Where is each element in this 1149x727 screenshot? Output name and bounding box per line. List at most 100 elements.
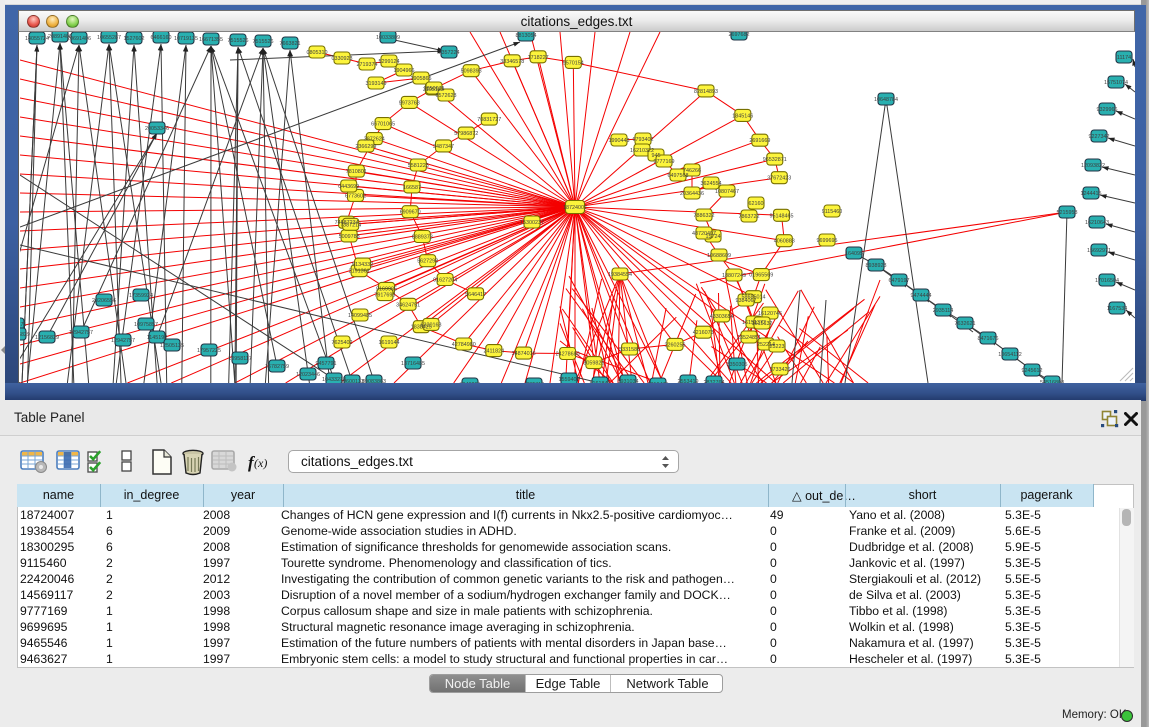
svg-text:82814893: 82814893 [694, 89, 718, 95]
svg-text:7625402: 7625402 [332, 340, 353, 346]
svg-text:57986872: 57986872 [454, 131, 478, 137]
svg-text:4060883: 4060883 [774, 239, 795, 245]
svg-text:96532871: 96532871 [763, 157, 787, 163]
svg-text:2366299: 2366299 [355, 144, 376, 150]
svg-text:10654112: 10654112 [998, 352, 1022, 358]
svg-text:6572628: 6572628 [436, 93, 457, 99]
svg-text:(x): (x) [254, 456, 267, 470]
svg-text:15751074: 15751074 [1104, 80, 1128, 86]
svg-text:10033809: 10033809 [376, 35, 400, 41]
svg-text:1904966: 1904966 [394, 68, 415, 74]
svg-text:2553419: 2553419 [678, 379, 699, 383]
svg-text:7357224: 7357224 [439, 50, 460, 56]
svg-text:19384554: 19384554 [608, 272, 632, 278]
svg-text:9570154: 9570154 [563, 60, 584, 66]
svg-text:2191361: 2191361 [349, 269, 370, 275]
svg-text:2260256: 2260256 [665, 342, 686, 348]
svg-text:3624554: 3624554 [701, 181, 722, 187]
svg-text:5215958: 5215958 [1057, 210, 1078, 216]
svg-text:16782759: 16782759 [265, 364, 289, 370]
svg-text:3193149: 3193149 [366, 81, 387, 87]
svg-text:2691669: 2691669 [749, 138, 770, 144]
svg-text:17359924: 17359924 [129, 293, 153, 299]
svg-text:6466160: 6466160 [151, 35, 172, 41]
svg-text:12942757: 12942757 [111, 338, 135, 344]
svg-text:37672423: 37672423 [767, 176, 791, 182]
svg-text:10975857: 10975857 [134, 322, 158, 328]
svg-text:01965569: 01965569 [749, 273, 773, 279]
svg-text:9329966: 9329966 [1097, 107, 1118, 113]
svg-text:12156829: 12156829 [35, 335, 59, 341]
svg-text:11174: 11174 [1117, 55, 1131, 61]
svg-text:15692971: 15692971 [1087, 248, 1111, 254]
svg-text:8059826: 8059826 [583, 361, 604, 367]
svg-text:5098393: 5098393 [461, 69, 482, 75]
svg-text:14099485: 14099485 [348, 313, 372, 319]
svg-text:9115460: 9115460 [822, 209, 843, 215]
svg-text:5009788: 5009788 [339, 234, 360, 240]
svg-text:5299124: 5299124 [379, 59, 400, 65]
svg-text:5581223: 5581223 [408, 163, 429, 169]
svg-text:10648784: 10648784 [874, 97, 898, 103]
svg-text:8938923: 8938923 [866, 263, 887, 269]
svg-text:2697682: 2697682 [729, 32, 750, 38]
svg-text:19600133: 19600133 [340, 379, 364, 383]
svg-text:3487347: 3487347 [433, 144, 454, 150]
svg-text:0805310: 0805310 [307, 50, 328, 56]
svg-text:17016504: 17016504 [1095, 278, 1119, 284]
svg-text:7810801: 7810801 [346, 169, 367, 175]
svg-text:7917693: 7917693 [374, 293, 395, 299]
svg-text:9245612: 9245612 [1022, 368, 1043, 374]
svg-text:13524851: 13524851 [737, 335, 761, 341]
svg-text:12023446: 12023446 [296, 372, 320, 378]
svg-text:5931034: 5931034 [618, 379, 639, 383]
svg-text:4235116: 4235116 [524, 382, 545, 383]
svg-text:9384067: 9384067 [736, 298, 757, 304]
svg-text:166587: 166587 [403, 185, 421, 191]
svg-text:9227342: 9227342 [1089, 134, 1110, 140]
svg-text:10655287: 10655287 [97, 35, 121, 41]
svg-text:7886322: 7886322 [694, 213, 715, 219]
svg-text:7387214: 7387214 [340, 222, 361, 228]
svg-text:7515526: 7515526 [253, 39, 274, 45]
svg-text:7515526: 7515526 [228, 38, 249, 44]
svg-text:0330923: 0330923 [332, 56, 353, 62]
svg-text:7863722: 7863722 [739, 214, 760, 220]
svg-text:12942757: 12942757 [69, 330, 93, 336]
svg-text:20691406: 20691406 [67, 36, 91, 42]
svg-text:1559407: 1559407 [559, 377, 580, 383]
svg-text:62160: 62160 [749, 201, 764, 207]
svg-text:10719135: 10719135 [174, 36, 198, 42]
svg-text:5331586: 5331586 [619, 347, 640, 353]
svg-text:34624751: 34624751 [396, 302, 420, 308]
svg-text:10807467: 10807467 [715, 189, 739, 195]
svg-text:1619144: 1619144 [379, 340, 400, 346]
svg-text:1615132: 1615132 [752, 321, 773, 327]
svg-text:5646417: 5646417 [465, 292, 486, 298]
svg-text:8813054: 8813054 [516, 33, 537, 39]
svg-text:5134332: 5134332 [352, 262, 373, 268]
svg-text:6793402: 6793402 [633, 137, 654, 143]
svg-text:10958117: 10958117 [228, 356, 252, 362]
svg-text:7663821: 7663821 [280, 41, 301, 47]
svg-text:12505135: 12505135 [160, 343, 184, 349]
svg-text:6909670: 6909670 [400, 210, 421, 216]
svg-text:12156829: 12156829 [20, 332, 30, 338]
svg-text:6320163: 6320163 [421, 322, 442, 328]
svg-text:4216073: 4216073 [693, 330, 714, 336]
svg-text:746266: 746266 [683, 168, 701, 174]
svg-text:20053346: 20053346 [145, 126, 169, 132]
svg-text:2832764: 2832764 [704, 380, 725, 383]
svg-text:34874016: 34874016 [512, 351, 536, 357]
svg-text:38346578: 38346578 [500, 59, 524, 65]
svg-text:15300237: 15300237 [520, 220, 544, 226]
svg-text:9777169: 9777169 [654, 159, 675, 165]
svg-text:1316475: 1316475 [648, 382, 669, 383]
svg-text:3872624: 3872624 [364, 137, 385, 143]
svg-text:5627298: 5627298 [417, 259, 438, 265]
svg-text:9474444: 9474444 [911, 293, 932, 299]
svg-text:8935171: 8935171 [20, 322, 27, 328]
svg-text:17957225: 17957225 [197, 348, 221, 354]
svg-text:14055724: 14055724 [25, 36, 49, 42]
svg-text:6773602: 6773602 [345, 193, 366, 199]
